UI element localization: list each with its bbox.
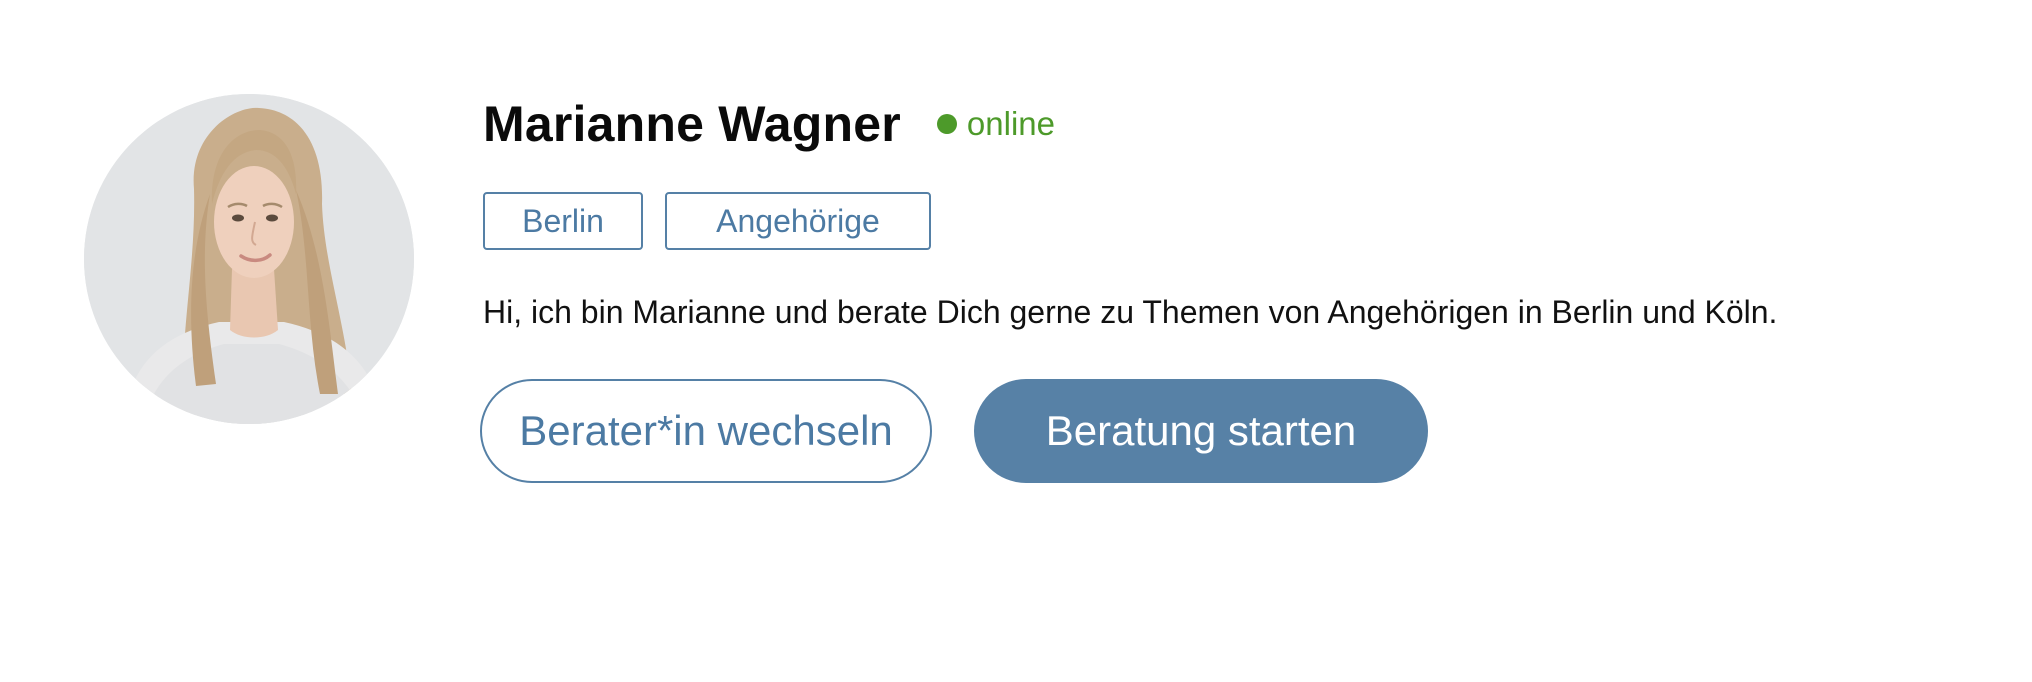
status-indicator: online [936,105,1055,143]
tag-city: Berlin [483,192,643,250]
online-dot-icon [936,114,957,134]
switch-consultant-button[interactable]: Berater*in wechseln [480,379,932,483]
name-row: Marianne Wagner online [483,90,1983,158]
consultant-card: Marianne Wagner online Berlin Angehörige… [0,0,2032,682]
action-buttons: Berater*in wechseln Beratung starten [480,379,1983,483]
profile-content: Marianne Wagner online Berlin Angehörige… [480,90,1983,483]
consultant-description: Hi, ich bin Marianne und berate Dich ger… [483,294,1778,330]
avatar-photo [84,94,414,424]
tag-list: Berlin Angehörige [483,192,1983,250]
tag-topic: Angehörige [665,192,931,250]
status-label: online [966,105,1055,142]
consultant-name: Marianne Wagner [483,96,901,152]
start-consultation-button[interactable]: Beratung starten [974,379,1428,483]
avatar [84,94,414,424]
